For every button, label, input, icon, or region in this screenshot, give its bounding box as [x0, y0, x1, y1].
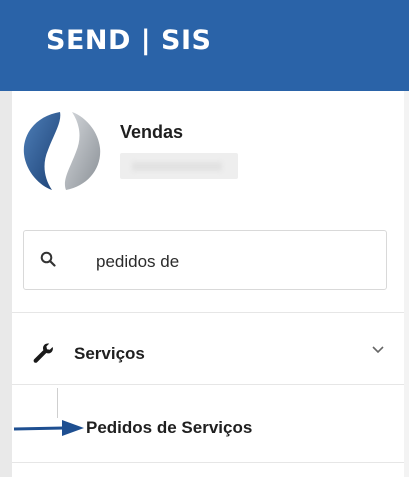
- top-navbar: SEND | SIS: [0, 0, 409, 91]
- company-logo: [23, 112, 101, 190]
- left-rail: [0, 91, 12, 477]
- search-input[interactable]: pedidos de: [23, 230, 387, 290]
- user-subtitle-blurred: [120, 153, 238, 179]
- submenu-tree-line: [57, 388, 58, 418]
- app-brand[interactable]: SEND | SIS: [46, 25, 212, 56]
- search-value[interactable]: pedidos de: [96, 252, 179, 272]
- divider: [12, 462, 404, 463]
- sidebar-item-servicos[interactable]: Serviços: [22, 330, 404, 376]
- divider: [12, 384, 404, 385]
- sidebar-edge: [404, 91, 409, 477]
- arrow-pointer-annotation: [13, 420, 84, 436]
- sidebar-subitem-pedidos-de-servicos[interactable]: Pedidos de Serviços: [86, 418, 252, 438]
- sidebar-item-label: Serviços: [74, 344, 145, 363]
- chevron-down-icon[interactable]: [372, 346, 384, 354]
- search-icon: [40, 251, 56, 267]
- user-name: Vendas: [120, 122, 184, 142]
- divider: [12, 312, 404, 313]
- wrench-icon: [33, 343, 53, 363]
